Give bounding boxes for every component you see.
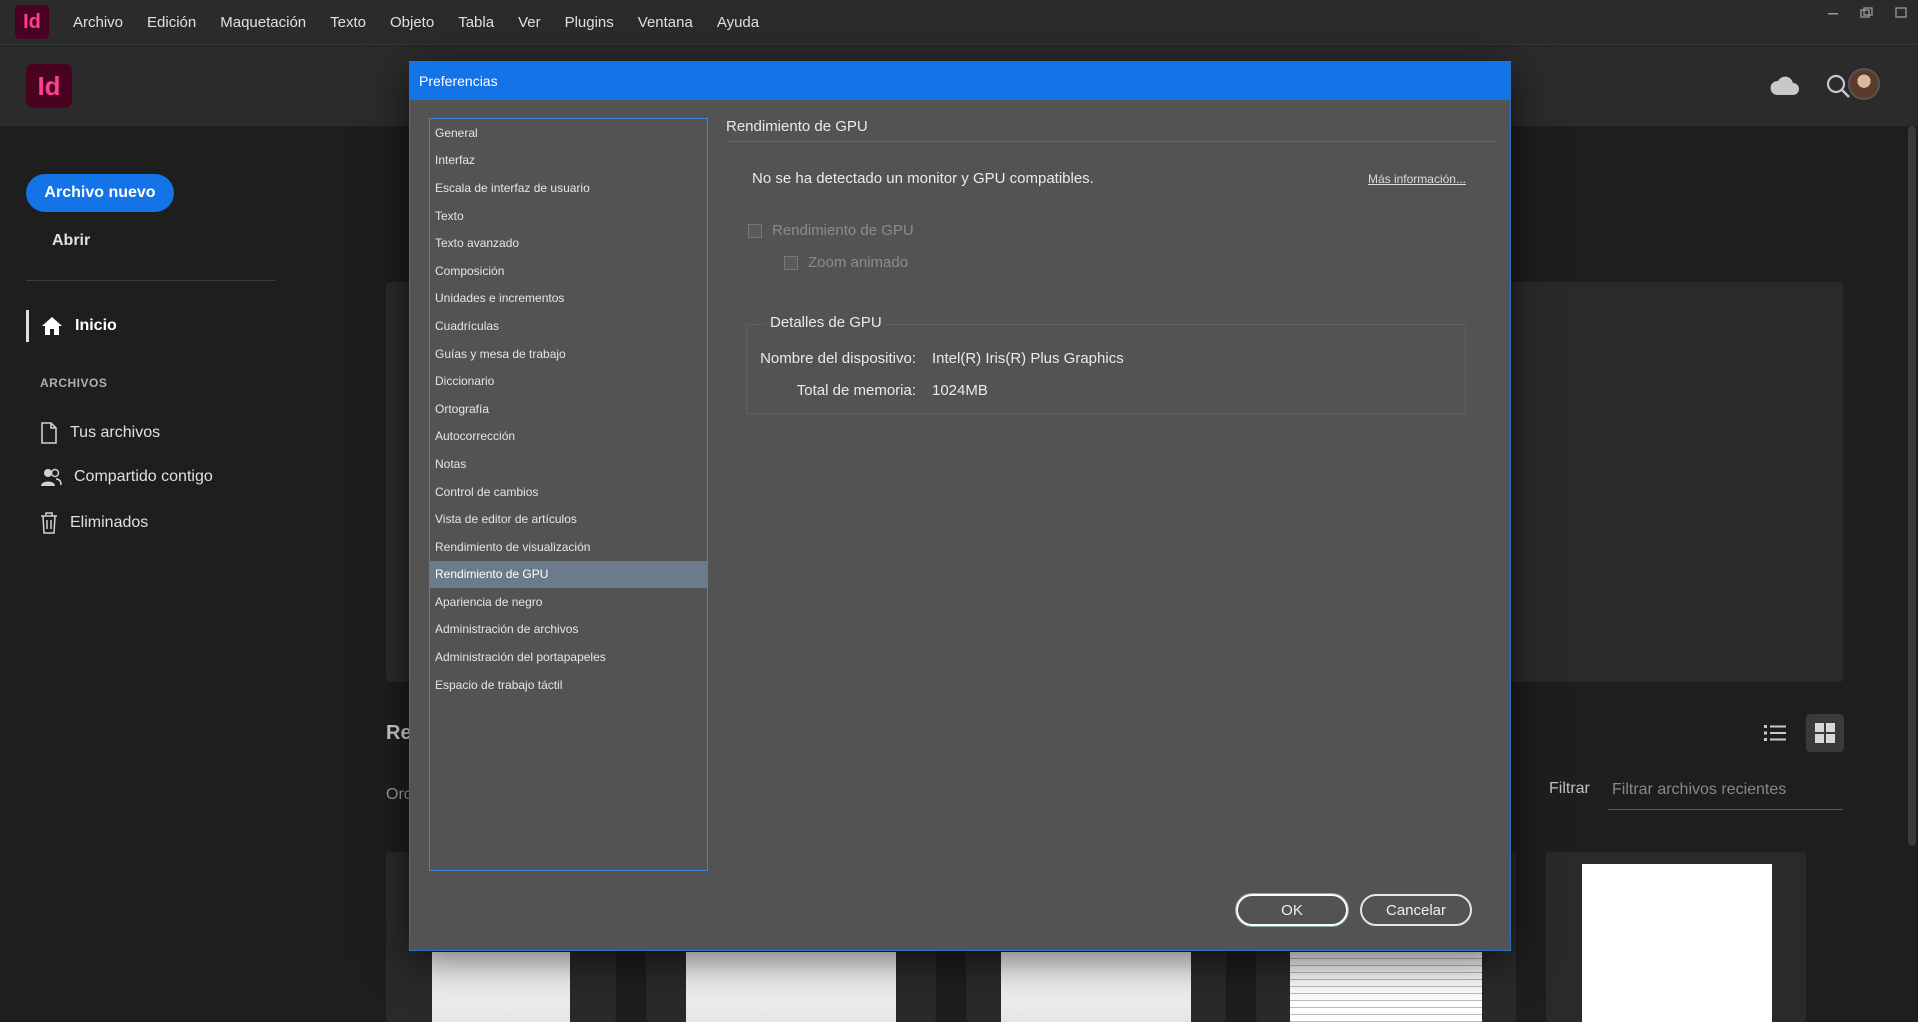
- gpu-performance-checkbox[interactable]: [748, 223, 762, 238]
- gpu-performance-label: Rendimiento de GPU: [772, 222, 914, 239]
- sidebar-item-shared[interactable]: Compartido contigo: [40, 464, 213, 490]
- sidebar-divider: [26, 280, 276, 281]
- restore-icon[interactable]: [1850, 0, 1884, 26]
- sidebar: Archivo nuevo Abrir Inicio ARCHIVOS Tus …: [0, 126, 300, 1022]
- sidebar-item-label: Compartido contigo: [74, 468, 213, 485]
- category-list: General Interfaz Escala de interfaz de u…: [429, 118, 708, 871]
- category-rendimiento-visualizacion[interactable]: Rendimiento de visualización: [430, 533, 707, 561]
- file-thumbnail: [1582, 864, 1772, 1022]
- sidebar-item-label: Inicio: [75, 317, 117, 334]
- window-controls: [1816, 0, 1918, 28]
- menu-ver[interactable]: Ver: [518, 14, 541, 31]
- indesign-home-logo[interactable]: Id: [26, 64, 72, 108]
- users-icon: [41, 468, 62, 486]
- menu-maquetacion[interactable]: Maquetación: [220, 14, 306, 31]
- category-ui-scale[interactable]: Escala de interfaz de usuario: [430, 174, 707, 202]
- category-control-cambios[interactable]: Control de cambios: [430, 478, 707, 506]
- files-section-title: ARCHIVOS: [40, 376, 108, 390]
- menu-archivo[interactable]: Archivo: [73, 14, 123, 31]
- menu-ayuda[interactable]: Ayuda: [717, 14, 759, 31]
- gpu-details-group: [746, 324, 1466, 414]
- recent-title: Re: [386, 722, 412, 744]
- indesign-logo: Id: [15, 5, 49, 39]
- gpu-performance-checkbox-row[interactable]: Rendimiento de GPU: [748, 222, 914, 239]
- list-view-button[interactable]: [1756, 714, 1794, 752]
- gpu-notice: No se ha detectado un monitor y GPU comp…: [752, 170, 1094, 187]
- animated-zoom-checkbox-row[interactable]: Zoom animado: [784, 254, 908, 271]
- device-name-value: Intel(R) Iris(R) Plus Graphics: [932, 350, 1124, 367]
- category-diccionario[interactable]: Diccionario: [430, 367, 707, 395]
- menu-tabla[interactable]: Tabla: [458, 14, 494, 31]
- category-apariencia-negro[interactable]: Apariencia de negro: [430, 588, 707, 616]
- cancel-button[interactable]: Cancelar: [1360, 894, 1472, 926]
- file-thumbnail: [1001, 952, 1191, 1022]
- main-scrollbar[interactable]: [1906, 126, 1918, 846]
- list-icon: [1764, 725, 1786, 741]
- menu-ventana[interactable]: Ventana: [638, 14, 693, 31]
- category-interfaz[interactable]: Interfaz: [430, 147, 707, 175]
- dialog-title: Preferencias: [410, 62, 1510, 100]
- trash-icon: [41, 512, 57, 534]
- category-portapapeles[interactable]: Administración del portapapeles: [430, 643, 707, 671]
- menu-bar: Id Archivo Edición Maquetación Texto Obj…: [0, 0, 1918, 45]
- minimize-icon[interactable]: [1816, 0, 1850, 26]
- scrollbar-thumb[interactable]: [1908, 126, 1916, 846]
- category-texto-avanzado[interactable]: Texto avanzado: [430, 229, 707, 257]
- grid-view-button[interactable]: [1806, 714, 1844, 752]
- home-icon: [42, 317, 62, 335]
- category-autocorreccion[interactable]: Autocorrección: [430, 423, 707, 451]
- avatar[interactable]: [1848, 68, 1880, 100]
- grid-icon: [1815, 723, 1835, 743]
- category-administracion-archivos[interactable]: Administración de archivos: [430, 616, 707, 644]
- category-editor-articulos[interactable]: Vista de editor de artículos: [430, 505, 707, 533]
- file-icon: [41, 422, 57, 444]
- file-thumbnail: [432, 952, 570, 1022]
- category-guias[interactable]: Guías y mesa de trabajo: [430, 340, 707, 368]
- menu-texto[interactable]: Texto: [330, 14, 366, 31]
- sidebar-item-label: Eliminados: [70, 514, 149, 531]
- cloud-icon[interactable]: [1768, 70, 1800, 102]
- sidebar-item-label: Tus archivos: [70, 424, 161, 441]
- file-thumbnail: [1290, 952, 1482, 1022]
- sidebar-item-home[interactable]: Inicio: [26, 310, 117, 342]
- filter-input[interactable]: [1608, 770, 1843, 810]
- total-memory-label: Total de memoria:: [796, 382, 916, 399]
- category-rendimiento-gpu[interactable]: Rendimiento de GPU: [430, 560, 707, 589]
- category-ortografia[interactable]: Ortografía: [430, 395, 707, 423]
- menu-edicion[interactable]: Edición: [147, 14, 196, 31]
- panel-title: Rendimiento de GPU: [726, 118, 1496, 142]
- recent-file-card[interactable]: [1546, 852, 1806, 1022]
- gpu-settings-panel: Rendimiento de GPU No se ha detectado un…: [726, 118, 1496, 414]
- maximize-icon[interactable]: [1884, 0, 1918, 26]
- gpu-details-title: Detalles de GPU: [766, 314, 886, 331]
- ok-button[interactable]: OK: [1236, 894, 1348, 926]
- category-unidades[interactable]: Unidades e incrementos: [430, 285, 707, 313]
- total-memory-value: 1024MB: [932, 382, 988, 399]
- category-cuadriculas[interactable]: Cuadrículas: [430, 312, 707, 340]
- sidebar-item-deleted[interactable]: Eliminados: [40, 510, 148, 536]
- preferences-dialog: Preferencias General Interfaz Escala de …: [409, 61, 1511, 951]
- filter-label: Filtrar: [1549, 780, 1590, 797]
- menu-plugins[interactable]: Plugins: [565, 14, 614, 31]
- category-composicion[interactable]: Composición: [430, 257, 707, 285]
- file-thumbnail: [686, 952, 896, 1022]
- more-info-link[interactable]: Más información...: [1368, 172, 1466, 186]
- category-texto[interactable]: Texto: [430, 202, 707, 230]
- open-button[interactable]: Abrir: [52, 232, 90, 250]
- category-general[interactable]: General: [430, 119, 707, 147]
- animated-zoom-label: Zoom animado: [808, 254, 909, 271]
- animated-zoom-checkbox[interactable]: [784, 255, 798, 270]
- sort-label[interactable]: Orc: [386, 786, 412, 804]
- device-name-label: Nombre del dispositivo:: [760, 350, 916, 367]
- new-file-button[interactable]: Archivo nuevo: [26, 174, 174, 212]
- category-notas[interactable]: Notas: [430, 450, 707, 478]
- sidebar-item-your-files[interactable]: Tus archivos: [40, 420, 160, 446]
- menu-objeto[interactable]: Objeto: [390, 14, 434, 31]
- category-espacio-tactil[interactable]: Espacio de trabajo táctil: [430, 671, 707, 699]
